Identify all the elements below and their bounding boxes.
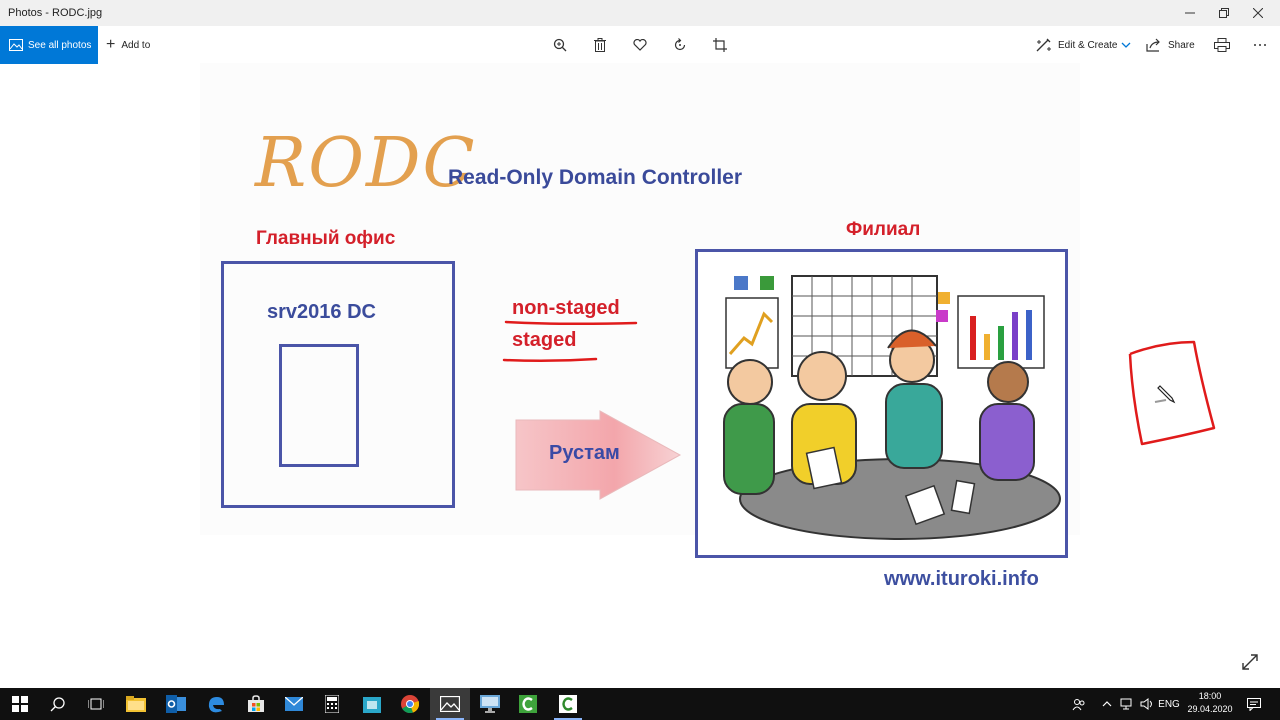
- server-label: srv2016 DC: [267, 301, 376, 323]
- app-cube-icon: [363, 697, 381, 713]
- taskbar-azure-app[interactable]: [352, 688, 392, 720]
- chrome-icon: [401, 695, 419, 713]
- server-box: [279, 344, 359, 467]
- taskbar-chrome[interactable]: [390, 688, 430, 720]
- minimize-icon: [1185, 12, 1195, 14]
- taskbar-edge[interactable]: [196, 688, 236, 720]
- clock-time: 18:00: [1198, 691, 1222, 701]
- tray-overflow-chevron-icon[interactable]: [1098, 688, 1116, 720]
- printer-icon: [1214, 38, 1230, 52]
- people-icon[interactable]: [1068, 688, 1090, 720]
- calculator-icon: [325, 695, 339, 713]
- fullscreen-icon[interactable]: [1240, 652, 1260, 672]
- taskbar-calculator[interactable]: [312, 688, 352, 720]
- crop-button[interactable]: [704, 26, 736, 64]
- taskbar-clock[interactable]: 18:00 29.04.2020: [1180, 690, 1240, 716]
- favorite-button[interactable]: [624, 26, 656, 64]
- taskbar-remote-desktop[interactable]: [470, 688, 510, 720]
- pencil-cursor-icon: [1154, 385, 1176, 404]
- website-url: www.ituroki.info: [884, 568, 1039, 590]
- taskbar-file-explorer[interactable]: [116, 688, 156, 720]
- more-button[interactable]: [1244, 26, 1276, 64]
- crop-icon: [713, 38, 727, 52]
- chevron-down-icon: [1122, 42, 1131, 48]
- edit-create-button[interactable]: Edit & Create: [1036, 26, 1137, 64]
- mail-icon: [285, 697, 303, 711]
- print-button[interactable]: [1206, 26, 1238, 64]
- camtasia-recorder-icon: [559, 695, 577, 713]
- title-bar: Photos - RODC.jpg: [0, 0, 1280, 26]
- search-button[interactable]: [38, 688, 78, 720]
- taskbar-photos[interactable]: [430, 688, 470, 720]
- see-all-photos-button[interactable]: See all photos: [0, 26, 98, 64]
- share-icon: [1146, 38, 1160, 52]
- edge-icon: [208, 697, 224, 713]
- more-icon: [1254, 44, 1266, 46]
- taskbar-store[interactable]: [236, 688, 276, 720]
- search-icon: [50, 697, 65, 712]
- command-bar: See all photos + Add to Edit & Create Sh…: [0, 26, 1280, 64]
- add-to-label: Add to: [121, 39, 151, 51]
- arrow-label: Рустам: [549, 442, 620, 464]
- underline-annotations: [502, 320, 638, 363]
- main-office-label: Главный офис: [256, 228, 396, 249]
- windows-logo-icon: [12, 696, 28, 712]
- non-staged-label: non-staged: [512, 297, 620, 319]
- zoom-button[interactable]: [544, 26, 576, 64]
- camtasia-icon: [519, 695, 537, 713]
- taskbar-outlook[interactable]: [156, 688, 196, 720]
- rotate-icon: [674, 38, 686, 51]
- see-all-photos-label: See all photos: [28, 39, 92, 51]
- meeting-illustration: [723, 275, 1061, 540]
- zoom-icon: [553, 38, 567, 52]
- start-button[interactable]: [0, 688, 40, 720]
- photos-icon: [440, 696, 460, 712]
- heart-icon: [633, 39, 647, 51]
- folder-icon: [126, 696, 146, 712]
- language-indicator[interactable]: ENG: [1156, 688, 1182, 720]
- taskbar-mail[interactable]: [274, 688, 314, 720]
- share-button[interactable]: Share: [1146, 26, 1195, 64]
- restore-icon: [1219, 8, 1229, 18]
- window-title: Photos - RODC.jpg: [8, 7, 103, 19]
- branch-label: Филиал: [846, 219, 921, 240]
- slide-subtitle: Read-Only Domain Controller: [448, 166, 743, 189]
- minimize-button[interactable]: [1173, 0, 1207, 26]
- close-button[interactable]: [1241, 0, 1275, 26]
- rotate-button[interactable]: [664, 26, 696, 64]
- clock-date: 29.04.2020: [1187, 704, 1233, 714]
- close-icon: [1253, 8, 1263, 18]
- taskbar-camtasia[interactable]: [508, 688, 548, 720]
- delete-button[interactable]: [584, 26, 616, 64]
- restore-button[interactable]: [1207, 0, 1241, 26]
- task-view-button[interactable]: [76, 688, 116, 720]
- taskbar-camtasia-recorder[interactable]: [548, 688, 588, 720]
- store-icon: [248, 695, 264, 712]
- remote-desktop-icon: [480, 695, 500, 713]
- network-icon[interactable]: [1118, 688, 1136, 720]
- rodc-logo: RODC: [255, 124, 477, 203]
- task-view-icon: [88, 698, 104, 710]
- edit-create-icon: [1036, 38, 1051, 52]
- plus-icon: +: [106, 36, 116, 53]
- add-to-button[interactable]: + Add to: [106, 26, 150, 64]
- volume-icon[interactable]: [1138, 688, 1156, 720]
- share-label: Share: [1168, 39, 1195, 51]
- action-center-icon[interactable]: [1242, 688, 1266, 720]
- photo-icon: [9, 39, 23, 51]
- outlook-icon: [166, 695, 186, 713]
- trash-icon: [594, 38, 606, 52]
- edit-create-label: Edit & Create: [1058, 39, 1118, 51]
